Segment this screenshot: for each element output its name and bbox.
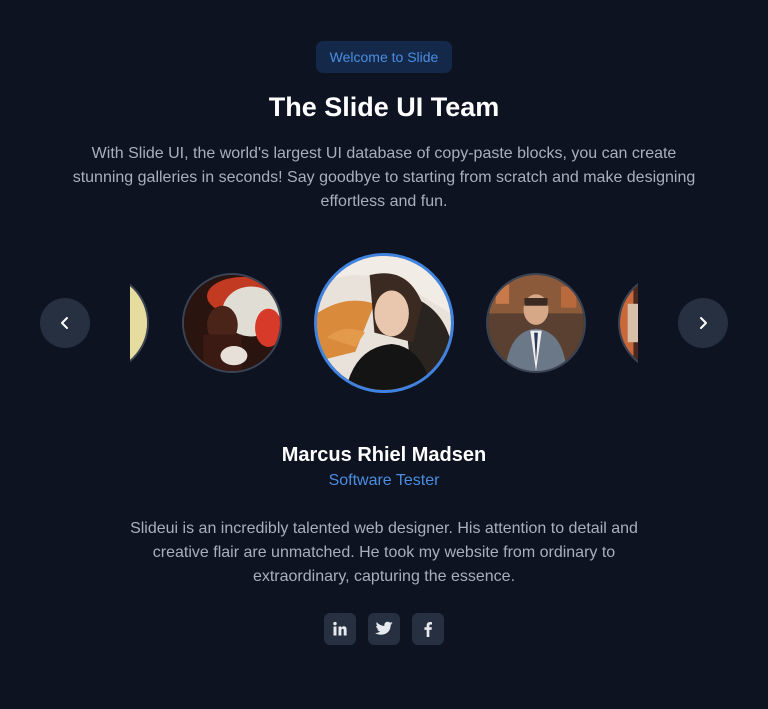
chevron-right-icon	[700, 317, 707, 329]
facebook-icon	[424, 621, 432, 637]
avatar-carousel	[130, 250, 638, 396]
twitter-button[interactable]	[368, 613, 400, 645]
linkedin-icon	[333, 621, 347, 636]
avatar-photo	[620, 275, 638, 371]
twitter-icon	[375, 621, 393, 635]
facebook-button[interactable]	[412, 613, 444, 645]
team-avatar[interactable]	[618, 273, 638, 373]
welcome-badge: Welcome to Slide	[316, 41, 452, 73]
member-name: Marcus Rhiel Madsen	[281, 444, 487, 466]
section-description: With Slide UI, the world's largest UI da…	[72, 145, 696, 210]
team-slider-section: Welcome to Slide The Slide UI Team With …	[0, 0, 768, 709]
chevron-left-icon	[61, 317, 68, 329]
member-role: Software Tester	[328, 472, 440, 489]
avatar-photo	[488, 275, 584, 371]
previous-slide-button[interactable]	[40, 298, 90, 348]
avatar-photo	[317, 256, 451, 390]
team-avatar[interactable]	[182, 273, 282, 373]
social-links	[324, 613, 444, 645]
next-slide-button[interactable]	[678, 298, 728, 348]
member-quote: Slideui is an incredibly talented web de…	[130, 520, 638, 585]
team-avatar-active[interactable]	[314, 253, 454, 393]
section-title: The Slide UI Team	[268, 92, 500, 122]
avatar-photo	[130, 275, 147, 371]
team-avatar[interactable]	[486, 273, 586, 373]
team-avatar[interactable]	[130, 273, 149, 373]
avatar-photo	[184, 275, 280, 371]
linkedin-button[interactable]	[324, 613, 356, 645]
